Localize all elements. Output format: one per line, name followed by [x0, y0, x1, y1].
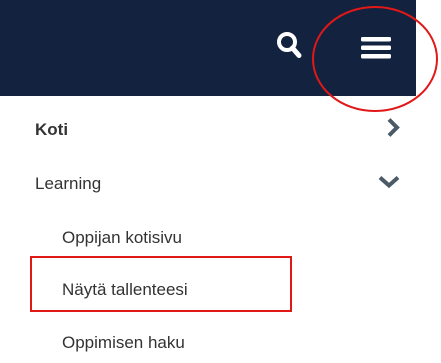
nav-subitem-nayta-tallenteesi[interactable]: Näytä tallenteesi [0, 270, 416, 310]
top-navigation-bar [0, 0, 416, 96]
nav-subitem-oppimisen-haku[interactable]: Oppimisen haku [0, 323, 416, 363]
nav-subitem-oppijan-kotisivu[interactable]: Oppijan kotisivu [0, 218, 416, 258]
chevron-right-icon [386, 118, 400, 143]
nav-subitem-label: Näytä tallenteesi [62, 280, 188, 299]
navigation-menu: Koti Learning Oppijan kotisivu Näytä tal… [0, 96, 416, 352]
nav-item-koti[interactable]: Koti [0, 110, 416, 150]
nav-item-learning[interactable]: Learning [0, 164, 416, 204]
search-icon [277, 32, 302, 58]
nav-subitem-label: Oppimisen haku [62, 333, 185, 352]
nav-item-label: Learning [35, 174, 102, 193]
nav-subitem-label: Oppijan kotisivu [62, 228, 183, 247]
hamburger-menu-button[interactable] [361, 35, 391, 61]
chevron-down-icon [378, 175, 400, 194]
hamburger-menu-icon [361, 37, 391, 59]
nav-item-label: Koti [35, 120, 69, 139]
search-button[interactable] [276, 31, 302, 61]
